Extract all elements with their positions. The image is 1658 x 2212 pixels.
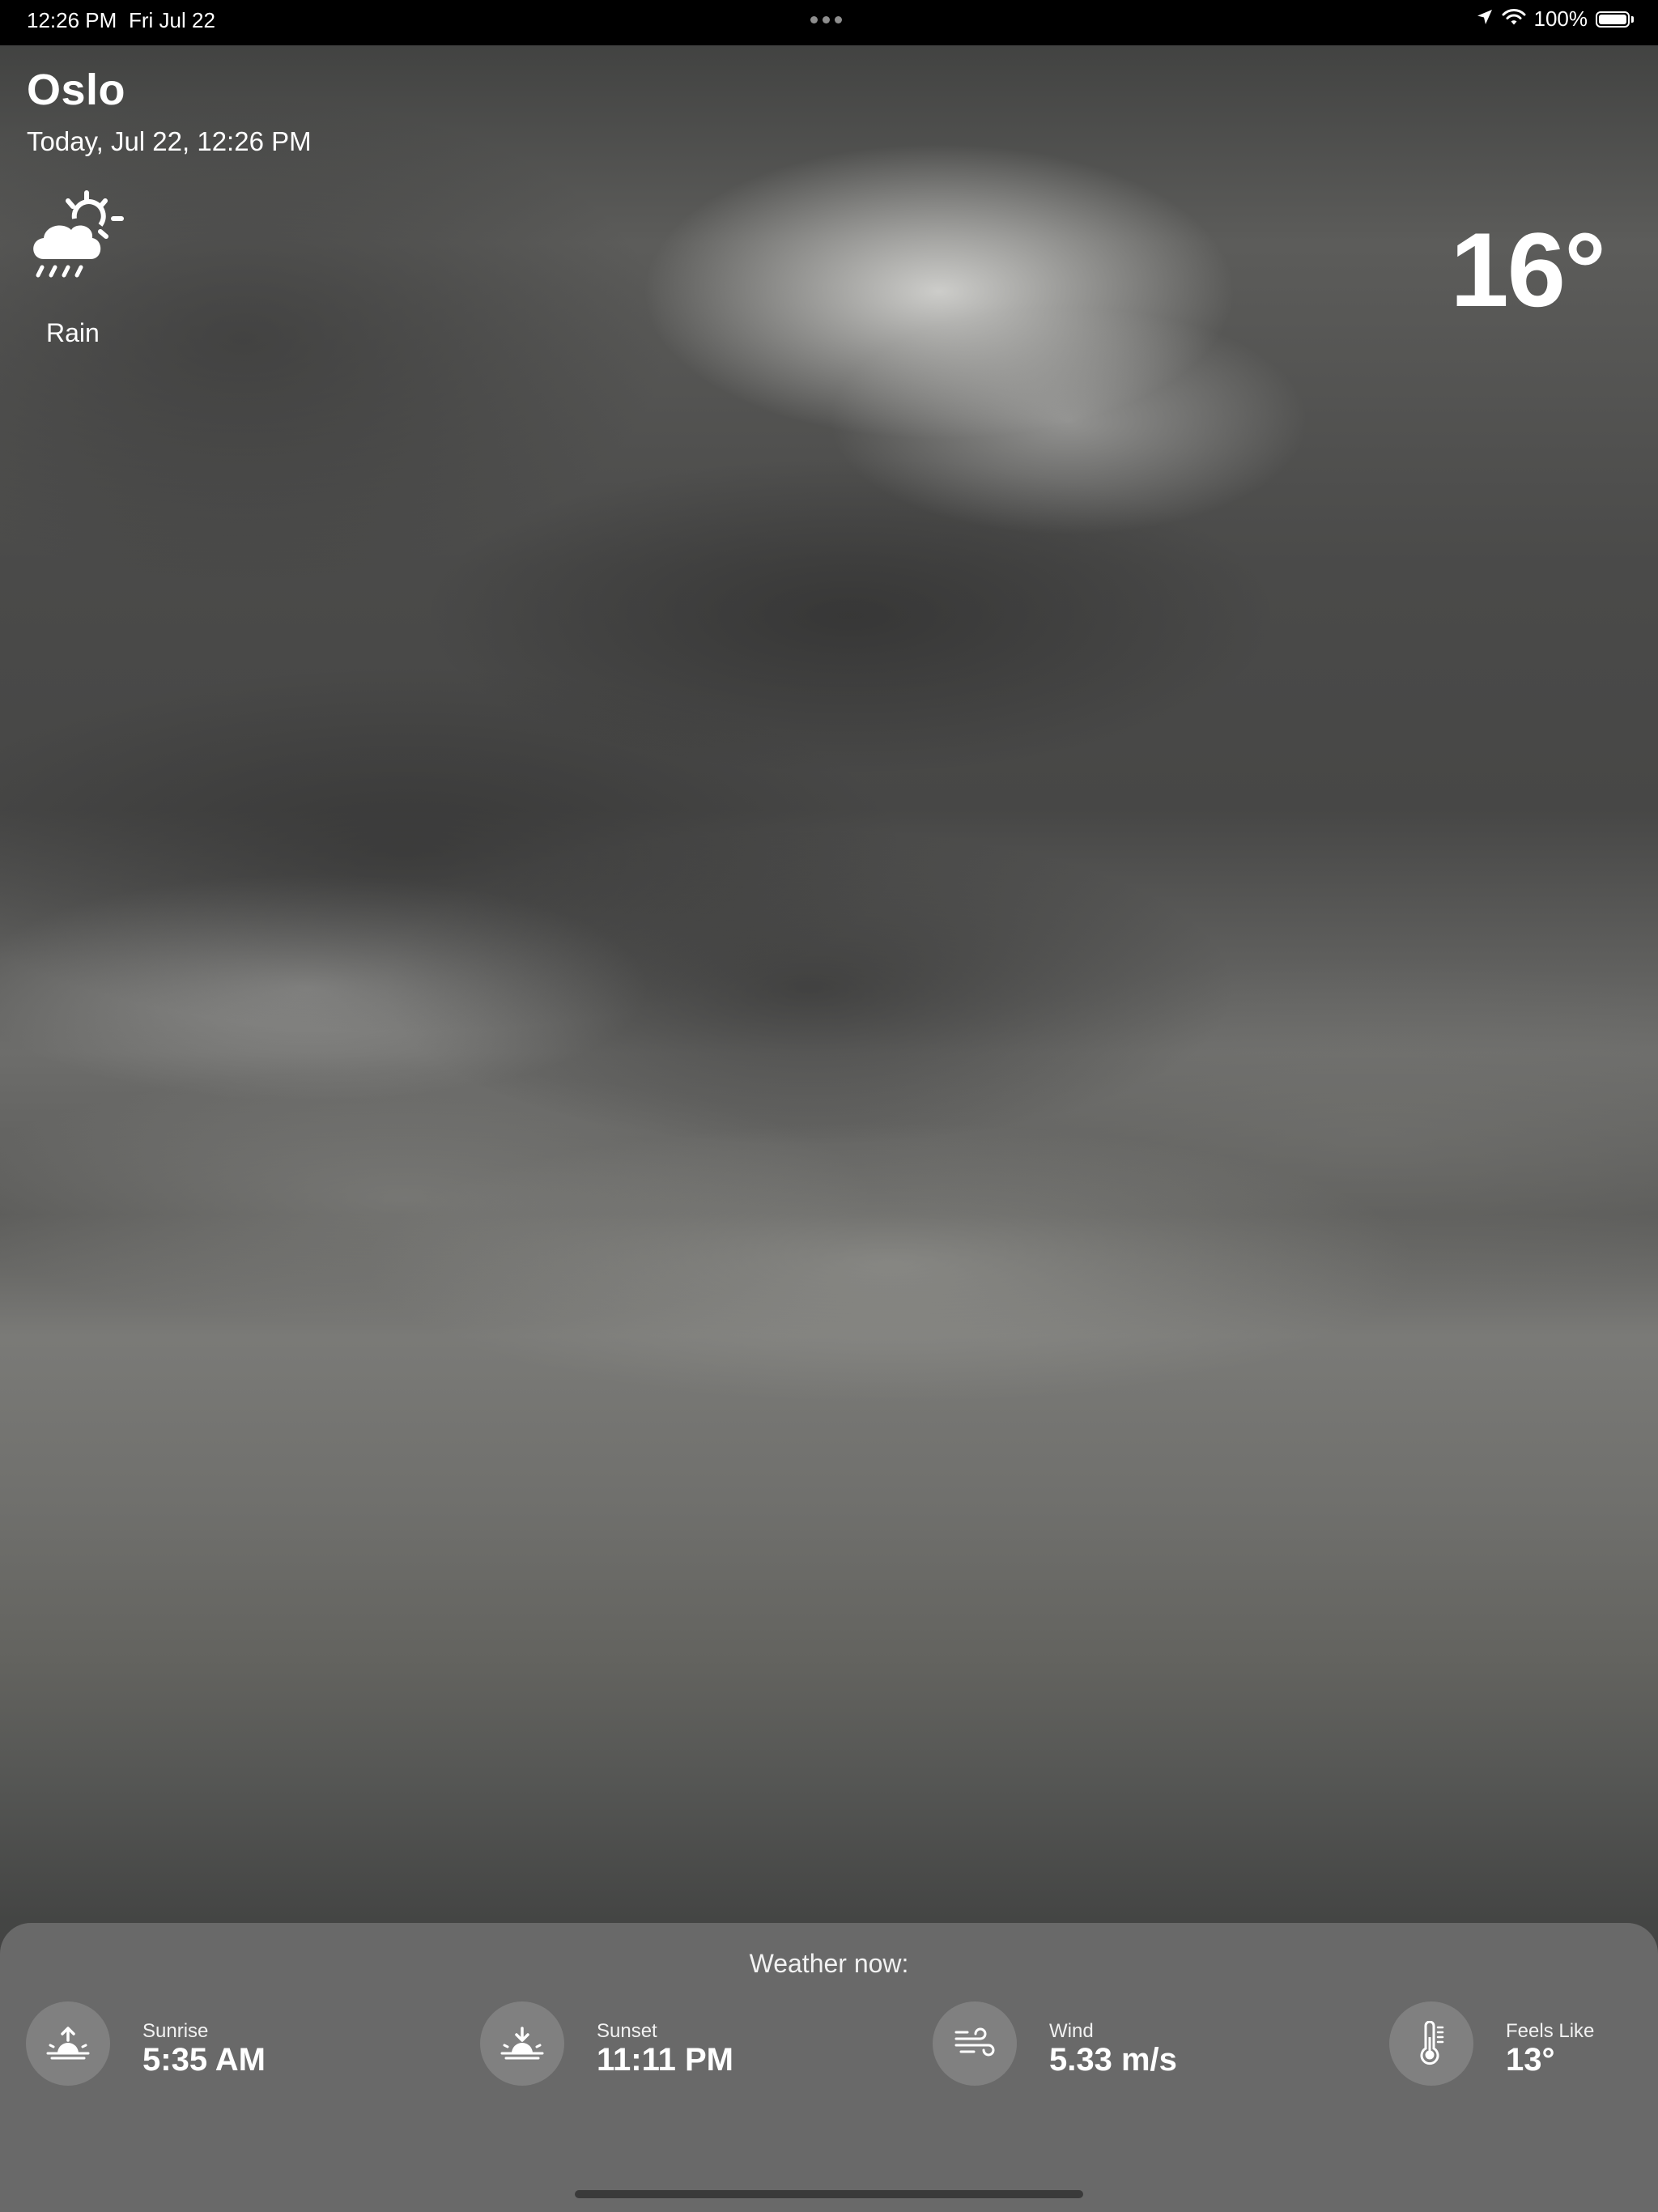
wind-icon <box>933 2001 1017 2086</box>
sky-background <box>0 0 1658 2212</box>
metric-label: Sunrise <box>142 2020 209 2042</box>
thermometer-icon <box>1389 2001 1473 2086</box>
multitasking-dots-icon[interactable] <box>810 16 842 23</box>
location-arrow-icon <box>1476 6 1494 32</box>
status-indicators: 100% <box>1476 6 1634 32</box>
status-time: 12:26 PM <box>27 8 117 32</box>
current-temperature: 16° <box>1450 211 1606 329</box>
cloud-sun-rain-icon <box>26 188 125 285</box>
battery-icon <box>1596 11 1634 28</box>
status-bar: 12:26 PM Fri Jul 22 100% <box>0 0 1658 45</box>
metric-label: Wind <box>1049 2020 1094 2042</box>
current-datetime: Today, Jul 22, 12:26 PM <box>27 126 312 156</box>
sunset-icon <box>480 2001 564 2086</box>
city-name: Oslo <box>27 66 126 114</box>
wifi-icon <box>1502 6 1526 32</box>
metric-value: 5:35 AM <box>142 2042 266 2078</box>
metric-value: 13° <box>1506 2042 1555 2078</box>
metric-label: Sunset <box>597 2020 657 2042</box>
metric-label: Feels Like <box>1506 2020 1595 2042</box>
weather-now-panel: Weather now: Sunrise 5:35 AM Sunset 11:1… <box>0 1923 1658 2212</box>
condition-label: Rain <box>46 318 100 347</box>
sunrise-icon <box>26 2001 110 2086</box>
battery-percent: 100% <box>1533 6 1588 31</box>
panel-title: Weather now: <box>749 1949 909 1978</box>
metric-value: 11:11 PM <box>597 2042 734 2078</box>
home-indicator[interactable] <box>575 2190 1083 2198</box>
metric-value: 5.33 m/s <box>1049 2042 1177 2078</box>
status-date: Fri Jul 22 <box>129 8 215 32</box>
